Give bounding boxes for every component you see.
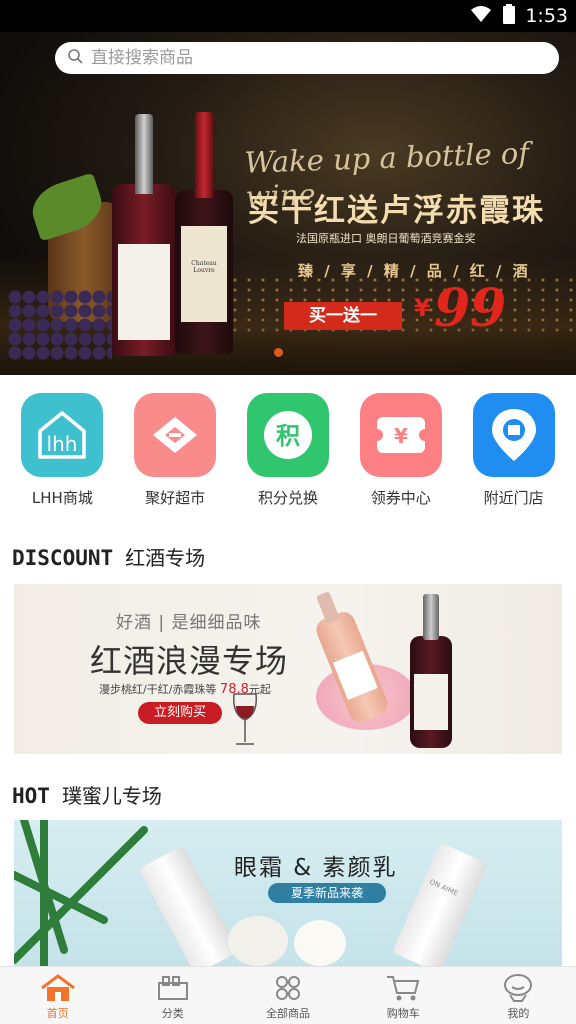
home-icon bbox=[40, 974, 75, 1001]
section-cn-title: 红酒专场 bbox=[125, 546, 206, 570]
promo-title: 眼霜 & 素颜乳 bbox=[234, 855, 398, 881]
category-nearby-stores[interactable]: 附近门店 bbox=[460, 393, 568, 513]
app-screen: 1:53 Chateau Louvre bbox=[0, 0, 576, 1024]
bottom-tab-bar: 首页 分类 全部商品 购物车 我的 bbox=[0, 966, 576, 1024]
tab-category[interactable]: 分类 bbox=[115, 967, 230, 1024]
status-bar: 1:53 bbox=[0, 0, 576, 32]
supermarket-icon bbox=[134, 393, 217, 477]
banner-price: 99 bbox=[434, 278, 507, 339]
category-label: 领券中心 bbox=[370, 489, 431, 507]
section-en-title: DISCOUNT bbox=[12, 546, 114, 570]
points-icon: 积 bbox=[246, 393, 329, 477]
section-cn-title: 璞蜜儿专场 bbox=[61, 784, 162, 808]
category-points[interactable]: 积 积分兑换 bbox=[234, 393, 342, 513]
brand-text: ON AIME bbox=[428, 877, 460, 898]
search-bar[interactable] bbox=[55, 42, 559, 74]
promo-subtitle: 夏季新品来袭 bbox=[268, 883, 386, 903]
tab-label: 首页 bbox=[46, 1007, 69, 1020]
profile-icon bbox=[504, 974, 533, 1002]
tab-cart[interactable]: 购物车 bbox=[346, 967, 461, 1024]
price-symbol: ¥ bbox=[414, 294, 431, 322]
category-grid: lhh LHH商城 聚好超市 积 积分兑换 ¥ 领券中心 附近门店 bbox=[0, 393, 576, 513]
coupon-icon: ¥ bbox=[359, 393, 442, 477]
wine-bottle-2: Chateau Louvre bbox=[175, 112, 233, 354]
wine-bottle-1 bbox=[112, 114, 176, 356]
all-products-icon bbox=[276, 976, 300, 1000]
red-wine-bottle bbox=[410, 594, 452, 748]
banner-subtitle: 法国原瓶进口 奥朗日葡萄酒竞赛金奖 bbox=[296, 232, 476, 245]
promo-small-text: 好酒 | 是细细品味 bbox=[116, 613, 262, 633]
battery-icon bbox=[503, 4, 516, 28]
tab-all-products[interactable]: 全部商品 bbox=[230, 967, 345, 1024]
category-supermarket[interactable]: 聚好超市 bbox=[121, 393, 229, 513]
svg-text:积: 积 bbox=[276, 422, 300, 450]
category-coupons[interactable]: ¥ 领券中心 bbox=[347, 393, 455, 513]
tab-label: 我的 bbox=[507, 1007, 530, 1020]
buy-now-button[interactable]: 立刻购买 bbox=[138, 702, 222, 724]
tab-profile[interactable]: 我的 bbox=[461, 967, 576, 1024]
palm-leaf-image bbox=[14, 820, 154, 966]
discount-section-header: DISCOUNT 红酒专场 bbox=[12, 542, 205, 571]
category-label: 聚好超市 bbox=[145, 489, 206, 507]
category-lhh-mall[interactable]: lhh LHH商城 bbox=[8, 393, 116, 513]
wine-glass-image bbox=[228, 692, 262, 748]
svg-text:¥: ¥ bbox=[394, 424, 408, 448]
location-icon bbox=[472, 393, 555, 477]
tab-label: 购物车 bbox=[386, 1007, 420, 1020]
category-label: 积分兑换 bbox=[257, 489, 318, 507]
category-icon bbox=[157, 976, 188, 1000]
section-en-title: HOT bbox=[12, 784, 50, 808]
lhh-house-icon: lhh bbox=[21, 393, 104, 477]
category-label: LHH商城 bbox=[31, 489, 93, 507]
banner-title: 买干红送卢浮赤霞珠 bbox=[248, 193, 545, 229]
grapes-image bbox=[8, 290, 112, 360]
category-label: 附近门店 bbox=[483, 489, 544, 507]
promo-line-prefix: 漫步桃红/干红/赤霞珠等 bbox=[99, 683, 217, 696]
cream-tube-right: ON AIME bbox=[391, 842, 489, 966]
tab-label: 全部商品 bbox=[266, 1007, 310, 1020]
cart-icon bbox=[387, 976, 420, 1001]
svg-text:lhh: lhh bbox=[47, 432, 78, 456]
carousel-indicator-dot[interactable] bbox=[274, 348, 283, 357]
search-input[interactable] bbox=[91, 48, 511, 68]
promo-big-title: 红酒浪漫专场 bbox=[90, 642, 289, 680]
hot-section-header: HOT 璞蜜儿专场 bbox=[12, 780, 162, 809]
tab-home[interactable]: 首页 bbox=[0, 967, 115, 1024]
tab-label: 分类 bbox=[161, 1007, 184, 1020]
hero-banner[interactable]: Chateau Louvre Wake up a bottle of wine … bbox=[0, 32, 576, 375]
wine-promo-banner[interactable]: 好酒 | 是细细品味 红酒浪漫专场 漫步桃红/干红/赤霞珠等 78.8元起 立刻… bbox=[14, 584, 562, 754]
status-time: 1:53 bbox=[525, 5, 568, 27]
pebble-image bbox=[228, 916, 288, 966]
cosmetics-promo-banner[interactable]: ON AIME 眼霜 & 素颜乳 夏季新品来袭 bbox=[14, 820, 562, 966]
bottle-label-text: Chateau Louvre bbox=[191, 260, 217, 274]
buy-one-get-one-badge: 买一送一 bbox=[284, 302, 402, 330]
search-icon bbox=[67, 48, 83, 68]
wifi-icon bbox=[469, 4, 493, 28]
pebble-image bbox=[294, 920, 346, 966]
